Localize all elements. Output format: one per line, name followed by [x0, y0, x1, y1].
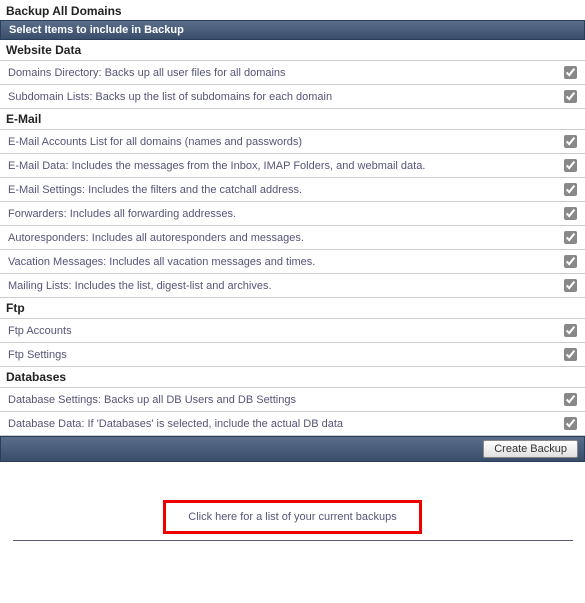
action-bar: Create Backup	[0, 436, 585, 462]
checkbox-forwarders[interactable]	[564, 207, 577, 220]
checkbox-subdomain-lists[interactable]	[564, 90, 577, 103]
row-forwarders: Forwarders: Includes all forwarding addr…	[0, 202, 585, 226]
label-ftp-settings: Ftp Settings	[8, 349, 564, 361]
label-forwarders: Forwarders: Includes all forwarding addr…	[8, 208, 564, 220]
section-ftp: Ftp	[0, 298, 585, 319]
label-mailing-lists: Mailing Lists: Includes the list, digest…	[8, 280, 564, 292]
label-ftp-accounts: Ftp Accounts	[8, 325, 564, 337]
label-database-data: Database Data: If 'Databases' is selecte…	[8, 418, 564, 430]
current-backups-link[interactable]: Click here for a list of your current ba…	[188, 511, 396, 523]
row-mailing-lists: Mailing Lists: Includes the list, digest…	[0, 274, 585, 298]
row-database-settings: Database Settings: Backs up all DB Users…	[0, 388, 585, 412]
row-email-settings: E-Mail Settings: Includes the filters an…	[0, 178, 585, 202]
checkbox-vacation-messages[interactable]	[564, 255, 577, 268]
create-backup-button[interactable]: Create Backup	[483, 440, 578, 458]
checkbox-database-data[interactable]	[564, 417, 577, 430]
checkbox-mailing-lists[interactable]	[564, 279, 577, 292]
page-title: Backup All Domains	[0, 0, 585, 20]
checkbox-email-accounts[interactable]	[564, 135, 577, 148]
section-website-data: Website Data	[0, 40, 585, 61]
checkbox-domains-directory[interactable]	[564, 66, 577, 79]
checkbox-ftp-settings[interactable]	[564, 348, 577, 361]
backups-link-box: Click here for a list of your current ba…	[163, 500, 421, 534]
label-subdomain-lists: Subdomain Lists: Backs up the list of su…	[8, 91, 564, 103]
checkbox-database-settings[interactable]	[564, 393, 577, 406]
backups-link-container: Click here for a list of your current ba…	[0, 500, 585, 534]
row-ftp-settings: Ftp Settings	[0, 343, 585, 367]
divider	[13, 540, 573, 541]
row-autoresponders: Autoresponders: Includes all autorespond…	[0, 226, 585, 250]
row-domains-directory: Domains Directory: Backs up all user fil…	[0, 61, 585, 85]
label-database-settings: Database Settings: Backs up all DB Users…	[8, 394, 564, 406]
checkbox-email-data[interactable]	[564, 159, 577, 172]
select-items-header: Select Items to include in Backup	[0, 20, 585, 40]
label-email-data: E-Mail Data: Includes the messages from …	[8, 160, 564, 172]
checkbox-email-settings[interactable]	[564, 183, 577, 196]
section-databases: Databases	[0, 367, 585, 388]
row-ftp-accounts: Ftp Accounts	[0, 319, 585, 343]
row-database-data: Database Data: If 'Databases' is selecte…	[0, 412, 585, 436]
label-email-settings: E-Mail Settings: Includes the filters an…	[8, 184, 564, 196]
label-vacation-messages: Vacation Messages: Includes all vacation…	[8, 256, 564, 268]
row-subdomain-lists: Subdomain Lists: Backs up the list of su…	[0, 85, 585, 109]
checkbox-autoresponders[interactable]	[564, 231, 577, 244]
row-vacation-messages: Vacation Messages: Includes all vacation…	[0, 250, 585, 274]
row-email-data: E-Mail Data: Includes the messages from …	[0, 154, 585, 178]
label-domains-directory: Domains Directory: Backs up all user fil…	[8, 67, 564, 79]
label-autoresponders: Autoresponders: Includes all autorespond…	[8, 232, 564, 244]
section-email: E-Mail	[0, 109, 585, 130]
row-email-accounts: E-Mail Accounts List for all domains (na…	[0, 130, 585, 154]
checkbox-ftp-accounts[interactable]	[564, 324, 577, 337]
label-email-accounts: E-Mail Accounts List for all domains (na…	[8, 136, 564, 148]
